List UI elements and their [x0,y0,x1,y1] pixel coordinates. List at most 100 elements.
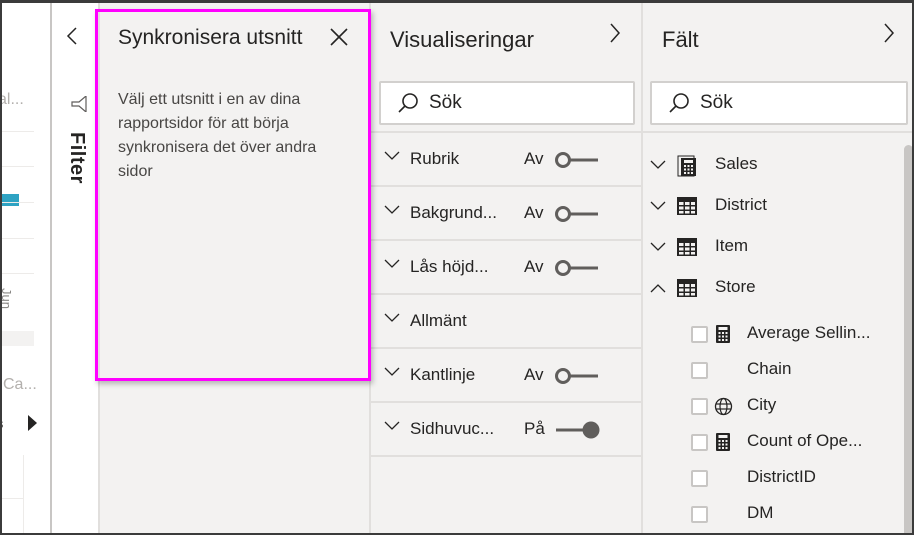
chevron-up-icon[interactable] [649,281,667,299]
chevron-down-icon[interactable] [649,158,667,176]
visualizations-title: Visualiseringar [390,27,534,52]
canvas-shade [0,331,34,346]
sync-slicers-description: Välj ett utsnitt i en av dina rapportsid… [118,91,317,180]
chevron-down-icon[interactable] [383,257,401,275]
table-icon [677,278,697,303]
field-count-of-open[interactable]: Count of Ope... [643,429,883,459]
chevron-down-icon[interactable] [383,203,401,221]
filter-pane[interactable]: Filter [52,0,100,535]
table-icon [677,237,697,262]
card-label: Kantlinje [410,365,476,384]
chevron-down-icon[interactable] [383,149,401,167]
fields-title: Fält [662,27,699,52]
format-card-las-hojd[interactable]: Lås höjd... Av [371,241,641,295]
visualizations-pane: Visualiseringar Rubrik Av Bakgrund... Av… [371,0,643,535]
chevron-right-icon[interactable] [883,22,895,51]
close-icon[interactable] [329,24,349,52]
field-checkbox[interactable] [691,470,708,487]
card-label: Bakgrund... [410,203,497,222]
canvas-label-partial: s [0,416,4,431]
field-dm[interactable]: DM [643,501,883,531]
search-icon [669,93,689,113]
fields-scrollbar[interactable] [904,145,913,535]
field-chain[interactable]: Chain [643,357,883,387]
toggle-switch-on[interactable] [554,420,602,440]
table-item[interactable]: Item [643,232,883,262]
toggle-switch-off[interactable] [554,258,602,278]
visualizations-search[interactable] [379,81,635,125]
chevron-left-icon[interactable] [66,26,78,52]
filter-label[interactable]: Filter [65,132,88,184]
format-card-rubrik[interactable]: Rubrik Av [371,133,641,187]
field-checkbox[interactable] [691,362,708,379]
chevron-down-icon[interactable] [649,240,667,258]
toggle-switch-off[interactable] [554,366,602,386]
search-icon [398,93,418,113]
field-name: DM [747,503,774,522]
field-districtid[interactable]: DistrictID [643,465,883,495]
fields-search[interactable] [650,81,908,125]
table-sales[interactable]: Sales [643,150,883,180]
canvas-label-partial: Ca... [3,376,37,393]
chevron-down-icon[interactable] [383,419,401,437]
field-city[interactable]: City [643,393,883,423]
format-card-bakgrund[interactable]: Bakgrund... Av [371,187,641,241]
toggle-state: Av [524,365,544,384]
calculator-icon [716,433,730,456]
field-average-selling[interactable]: Average Sellin... [643,321,883,351]
toggle-state: Av [524,203,544,222]
calculator-table-icon [677,155,697,182]
chevron-down-icon[interactable] [649,199,667,217]
table-name: Store [715,277,756,296]
format-card-allmant[interactable]: Allmänt [371,295,641,349]
gridline [0,273,34,274]
toggle-switch-off[interactable] [554,150,602,170]
table-name: Sales [715,154,758,173]
table-name: District [715,195,767,214]
toggle-switch-off[interactable] [554,204,602,224]
card-label: Lås höjd... [410,257,489,276]
funnel-icon [70,94,88,117]
visualizations-search-input[interactable] [429,92,619,114]
toggle-state: Av [524,149,544,168]
toggle-state: På [524,419,545,438]
field-checkbox[interactable] [691,506,708,523]
globe-icon [714,397,733,421]
axis-label-month: Jun [0,288,14,309]
field-name: Average Sellin... [747,323,871,342]
card-label: Rubrik [410,149,460,168]
field-name: DistrictID [747,467,816,486]
format-card-kantlinje[interactable]: Kantlinje Av [371,349,641,403]
divider [643,131,914,133]
field-name: City [747,395,777,414]
field-name: Chain [747,359,792,378]
table-name: Item [715,236,749,255]
chevron-down-icon[interactable] [383,365,401,383]
card-label: Sidhuvuc... [410,419,495,438]
canvas-label-partial: al... [0,91,24,108]
chevron-right-icon[interactable] [609,22,621,51]
format-card-sidhuvud[interactable]: Sidhuvuc... På [371,403,641,457]
field-checkbox[interactable] [691,326,708,343]
gridline [0,166,34,167]
table-district[interactable]: District [643,191,883,221]
divider [0,498,23,499]
field-checkbox[interactable] [691,434,708,451]
field-name: Count of Ope... [747,431,863,450]
field-checkbox[interactable] [691,398,708,415]
play-icon[interactable] [28,415,37,431]
table-store[interactable]: Store [643,273,883,303]
calculator-icon [716,325,730,348]
fields-search-input[interactable] [700,92,890,114]
report-canvas[interactable]: al... Jun Ca... s [0,0,52,535]
toggle-state: Av [524,257,544,276]
table-icon [677,196,697,221]
gridline [0,238,34,239]
card-label: Allmänt [410,311,467,330]
sync-slicers-title: Synkronisera utsnitt [118,26,303,49]
fields-pane: Fält Sales District Item Store Average S… [643,0,914,535]
sync-slicers-pane: Synkronisera utsnitt Välj ett utsnitt i … [100,0,371,535]
chart-bar[interactable] [0,194,19,206]
chevron-down-icon[interactable] [383,311,401,329]
gridline [0,202,34,203]
